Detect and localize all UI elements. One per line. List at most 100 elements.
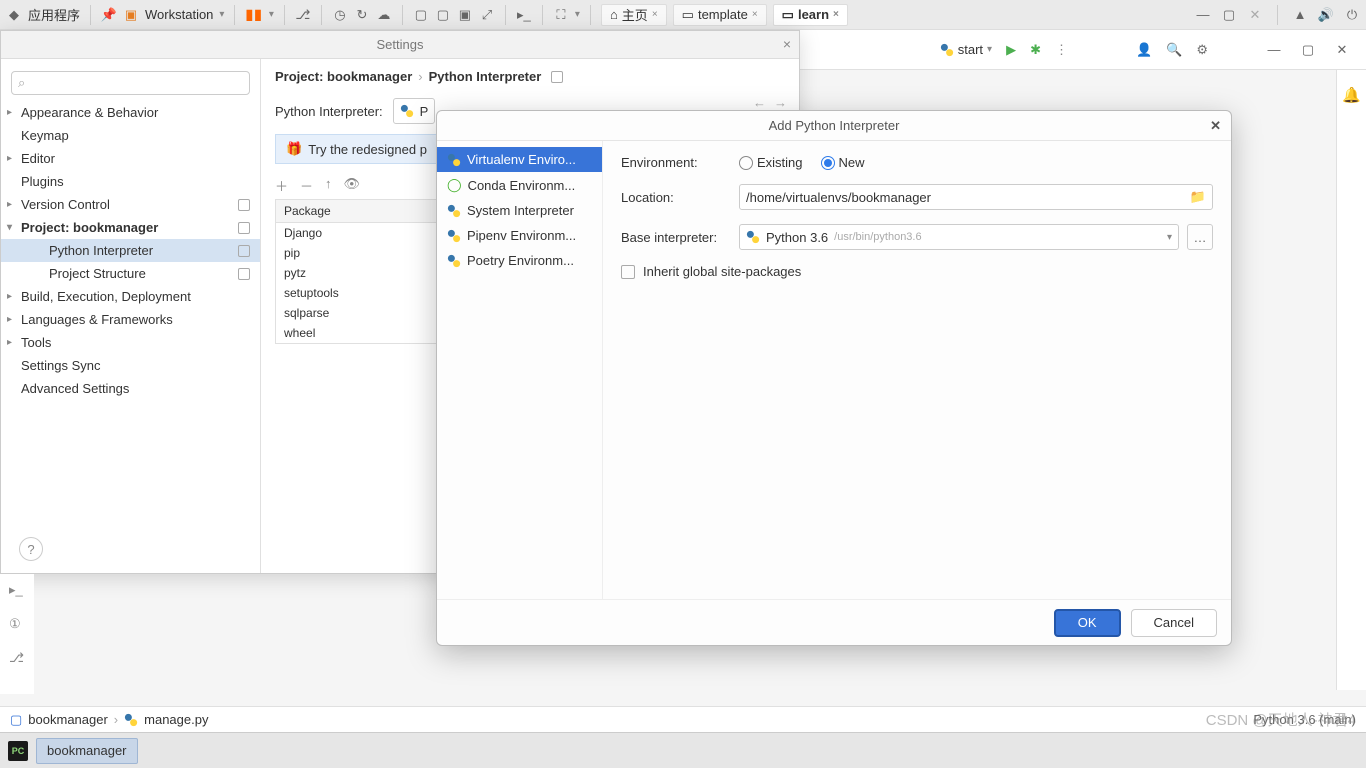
radio-new[interactable]: New [821, 155, 865, 170]
chevron-icon: ▸ [7, 337, 12, 348]
interpreter-type-item[interactable]: Pipenv Environm... [437, 223, 602, 248]
close-icon[interactable]: × [752, 9, 758, 20]
taskbar-item[interactable]: bookmanager [36, 738, 138, 764]
maximize-icon[interactable]: ▢ [1221, 7, 1237, 23]
interpreter-select[interactable]: P [393, 98, 436, 124]
left-tool-strip: ▸_ ① ⎇ [0, 574, 34, 694]
tree-item[interactable]: ▾Project: bookmanager [1, 216, 260, 239]
tree-item[interactable]: Settings Sync [1, 354, 260, 377]
vcs-icon[interactable]: ⎇ [9, 650, 25, 666]
tree-item[interactable]: Python Interpreter [1, 239, 260, 262]
tree-item[interactable]: ▸Appearance & Behavior [1, 101, 260, 124]
pause-icon[interactable]: ▮▮ [245, 6, 262, 23]
dialog-title-bar: Add Python Interpreter ✕ [437, 111, 1231, 141]
pycharm-icon[interactable]: PC [8, 741, 28, 761]
tree-item[interactable]: ▸Tools [1, 331, 260, 354]
browse-button[interactable]: … [1187, 224, 1213, 250]
fullscreen-icon[interactable]: ⛶ [553, 7, 569, 23]
interpreter-type-item[interactable]: ◯Conda Environm... [437, 172, 602, 198]
close-icon[interactable]: × [783, 36, 791, 52]
interpreter-type-item[interactable]: System Interpreter [437, 198, 602, 223]
banner-text: Try the redesigned p [308, 142, 427, 157]
run-config-selector[interactable]: start ▾ [940, 42, 992, 57]
user-icon[interactable]: 👤 [1136, 42, 1152, 58]
workstation-label[interactable]: Workstation [145, 7, 213, 22]
tree-item[interactable]: Plugins [1, 170, 260, 193]
debug-icon[interactable]: ✱ [1030, 42, 1041, 58]
terminal-icon[interactable]: ▸_ [9, 582, 25, 598]
tree-label: Settings Sync [21, 358, 101, 373]
location-input[interactable]: /home/virtualenvs/bookmanager 📁 [739, 184, 1213, 210]
search-icon[interactable]: 🔍 [1166, 42, 1182, 58]
base-interpreter-value: Python 3.6 [766, 230, 828, 245]
type-label: Virtualenv Enviro... [467, 152, 576, 167]
more-icon[interactable]: ⋮ [1055, 42, 1068, 58]
expand-icon[interactable]: ⤢ [479, 7, 495, 23]
tree-item[interactable]: ▸Build, Execution, Deployment [1, 285, 260, 308]
settings-search[interactable]: ⌕ [11, 71, 250, 95]
terminal-icon[interactable]: ▸_ [516, 7, 532, 23]
close-window-icon[interactable]: ✕ [1247, 7, 1263, 23]
sync-icon[interactable]: ↻ [354, 7, 370, 23]
add-icon[interactable]: ＋ [275, 176, 288, 195]
help-icon[interactable]: ? [19, 537, 43, 561]
upgrade-icon[interactable]: ↑ [325, 176, 332, 195]
branch-icon[interactable]: ⎇ [295, 7, 311, 23]
tab-template[interactable]: ▭ template × [673, 4, 767, 26]
minimize-icon[interactable]: — [1195, 7, 1211, 23]
layout-icon[interactable]: ▣ [457, 7, 473, 23]
pin-icon[interactable]: 📌 [101, 7, 117, 23]
tab-home[interactable]: ⌂ 主页 × [601, 4, 667, 26]
run-icon[interactable]: ▶ [1006, 42, 1016, 58]
clock-icon[interactable]: ◷ [332, 7, 348, 23]
power-icon[interactable]: ⏻ [1344, 7, 1360, 23]
tree-item[interactable]: Project Structure [1, 262, 260, 285]
minimize-icon[interactable]: — [1262, 38, 1286, 62]
settings-gear-icon[interactable]: ⚙ [1196, 42, 1208, 58]
cancel-button[interactable]: Cancel [1131, 609, 1217, 637]
project-name[interactable]: bookmanager [28, 712, 108, 727]
volume-icon[interactable]: 🔊 [1318, 7, 1334, 23]
tab-label: learn [798, 7, 829, 22]
interpreter-form: Environment: Existing New Location: /hom… [603, 141, 1231, 599]
back-icon[interactable]: ← [753, 95, 766, 110]
search-input[interactable] [29, 76, 243, 90]
tree-label: Advanced Settings [21, 381, 129, 396]
chevron-down-icon[interactable]: ▾ [219, 9, 224, 20]
tree-item[interactable]: Keymap [1, 124, 260, 147]
problems-icon[interactable]: ① [9, 616, 25, 632]
close-icon[interactable]: ✕ [1330, 38, 1354, 62]
interpreter-type-item[interactable]: Poetry Environm... [437, 248, 602, 273]
applications-menu[interactable]: 应用程序 [28, 5, 80, 24]
chevron-icon: ▸ [7, 199, 12, 210]
file-name[interactable]: manage.py [144, 712, 208, 727]
radio-existing[interactable]: Existing [739, 155, 803, 170]
close-icon[interactable]: × [833, 9, 839, 20]
folder-icon[interactable]: 📁 [1190, 189, 1206, 205]
close-icon[interactable]: × [652, 9, 658, 20]
tree-label: Python Interpreter [49, 243, 153, 258]
tab-learn[interactable]: ▭ learn × [773, 4, 848, 26]
layout-icon[interactable]: ▢ [413, 7, 429, 23]
eye-icon[interactable]: 👁 [344, 176, 361, 195]
base-interpreter-select[interactable]: Python 3.6 /usr/bin/python3.6 ▾ [739, 224, 1179, 250]
forward-icon[interactable]: → [774, 95, 787, 110]
tree-item[interactable]: ▸Editor [1, 147, 260, 170]
bell-icon[interactable]: 🔔 [1342, 86, 1361, 690]
cloud-icon[interactable]: ☁ [376, 7, 392, 23]
layout-icon[interactable]: ▢ [435, 7, 451, 23]
tree-item[interactable]: ▸Version Control [1, 193, 260, 216]
tree-item[interactable]: ▸Languages & Frameworks [1, 308, 260, 331]
tree-item[interactable]: Advanced Settings [1, 377, 260, 400]
inherit-checkbox[interactable] [621, 265, 635, 279]
radio-new-label: New [839, 155, 865, 170]
interpreter-type-item[interactable]: Virtualenv Enviro... [437, 147, 602, 172]
maximize-icon[interactable]: ▢ [1296, 38, 1320, 62]
chevron-down-icon[interactable]: ▾ [575, 9, 580, 20]
remove-icon[interactable]: － [300, 176, 313, 195]
network-icon[interactable]: ▲ [1292, 7, 1308, 23]
chevron-down-icon[interactable]: ▾ [269, 9, 274, 20]
ok-button[interactable]: OK [1054, 609, 1121, 637]
close-icon[interactable]: ✕ [1210, 118, 1221, 134]
settings-tree: ⌕ ▸Appearance & BehaviorKeymap▸EditorPlu… [1, 59, 261, 573]
